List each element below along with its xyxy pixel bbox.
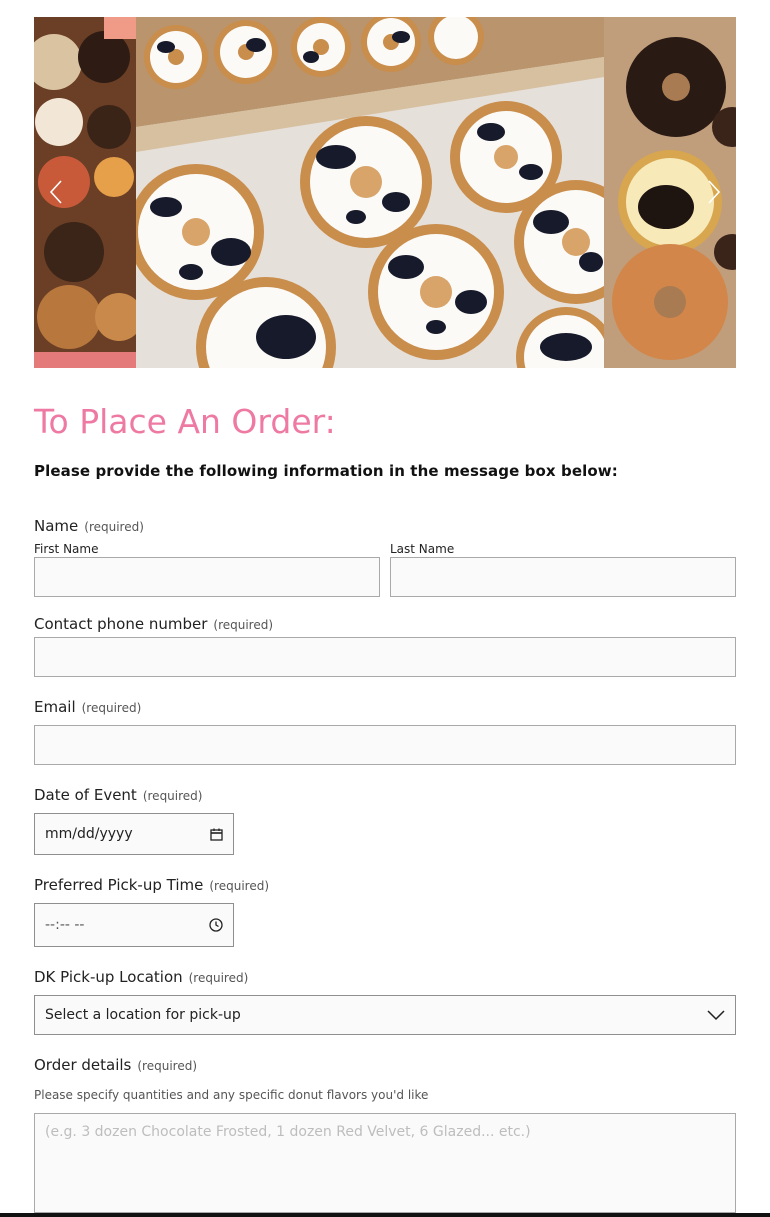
date-label: Date of Event (required) <box>34 786 202 804</box>
time-field[interactable]: --:-- -- <box>34 903 234 947</box>
phone-label: Contact phone number (required) <box>34 615 273 633</box>
chevron-down-icon <box>707 1009 725 1020</box>
chevron-left-icon <box>49 180 62 204</box>
required-indicator: (required) <box>188 971 249 985</box>
form-intro-text: Please provide the following information… <box>34 462 618 480</box>
date-field[interactable]: mm/dd/yyyy <box>34 813 234 855</box>
order-details-label-text: Order details <box>34 1056 132 1074</box>
calendar-icon[interactable] <box>210 828 223 841</box>
name-label-text: Name <box>34 517 79 535</box>
location-select-value: Select a location for pick-up <box>45 1007 241 1023</box>
date-field-value: mm/dd/yyyy <box>45 826 133 842</box>
email-label-text: Email <box>34 698 76 716</box>
location-label: DK Pick-up Location (required) <box>34 968 248 986</box>
cow-print-donuts-image <box>136 17 604 368</box>
required-indicator: (required) <box>142 789 203 803</box>
location-label-text: DK Pick-up Location <box>34 968 183 986</box>
time-field-value: --:-- -- <box>45 917 85 933</box>
carousel-next-button[interactable] <box>694 172 734 212</box>
email-field[interactable] <box>34 725 736 765</box>
image-carousel[interactable] <box>34 17 736 368</box>
first-name-label: First Name <box>34 542 99 556</box>
phone-field[interactable] <box>34 637 736 677</box>
required-indicator: (required) <box>209 879 270 893</box>
page-title: To Place An Order: <box>34 402 336 441</box>
last-name-label: Last Name <box>390 542 455 556</box>
carousel-slide-current <box>136 17 604 368</box>
carousel-previous-button[interactable] <box>36 172 76 212</box>
required-indicator: (required) <box>84 520 144 534</box>
required-indicator: (required) <box>137 1059 198 1073</box>
name-label: Name (required) <box>34 517 144 535</box>
first-name-field[interactable] <box>34 557 380 597</box>
order-details-textarea[interactable]: (e.g. 3 dozen Chocolate Frosted, 1 dozen… <box>34 1113 736 1213</box>
date-label-text: Date of Event <box>34 786 137 804</box>
required-indicator: (required) <box>81 701 142 715</box>
last-name-field[interactable] <box>390 557 736 597</box>
bottom-divider <box>0 1213 770 1217</box>
clock-icon[interactable] <box>209 918 223 932</box>
order-details-label: Order details (required) <box>34 1056 197 1074</box>
time-label: Preferred Pick-up Time (required) <box>34 876 269 894</box>
order-details-hint: Please specify quantities and any specif… <box>34 1088 429 1102</box>
chevron-right-icon <box>708 180 721 204</box>
location-select[interactable]: Select a location for pick-up <box>34 995 736 1035</box>
email-label: Email (required) <box>34 698 141 716</box>
phone-label-text: Contact phone number <box>34 615 208 633</box>
required-indicator: (required) <box>213 618 274 632</box>
time-label-text: Preferred Pick-up Time <box>34 876 204 894</box>
